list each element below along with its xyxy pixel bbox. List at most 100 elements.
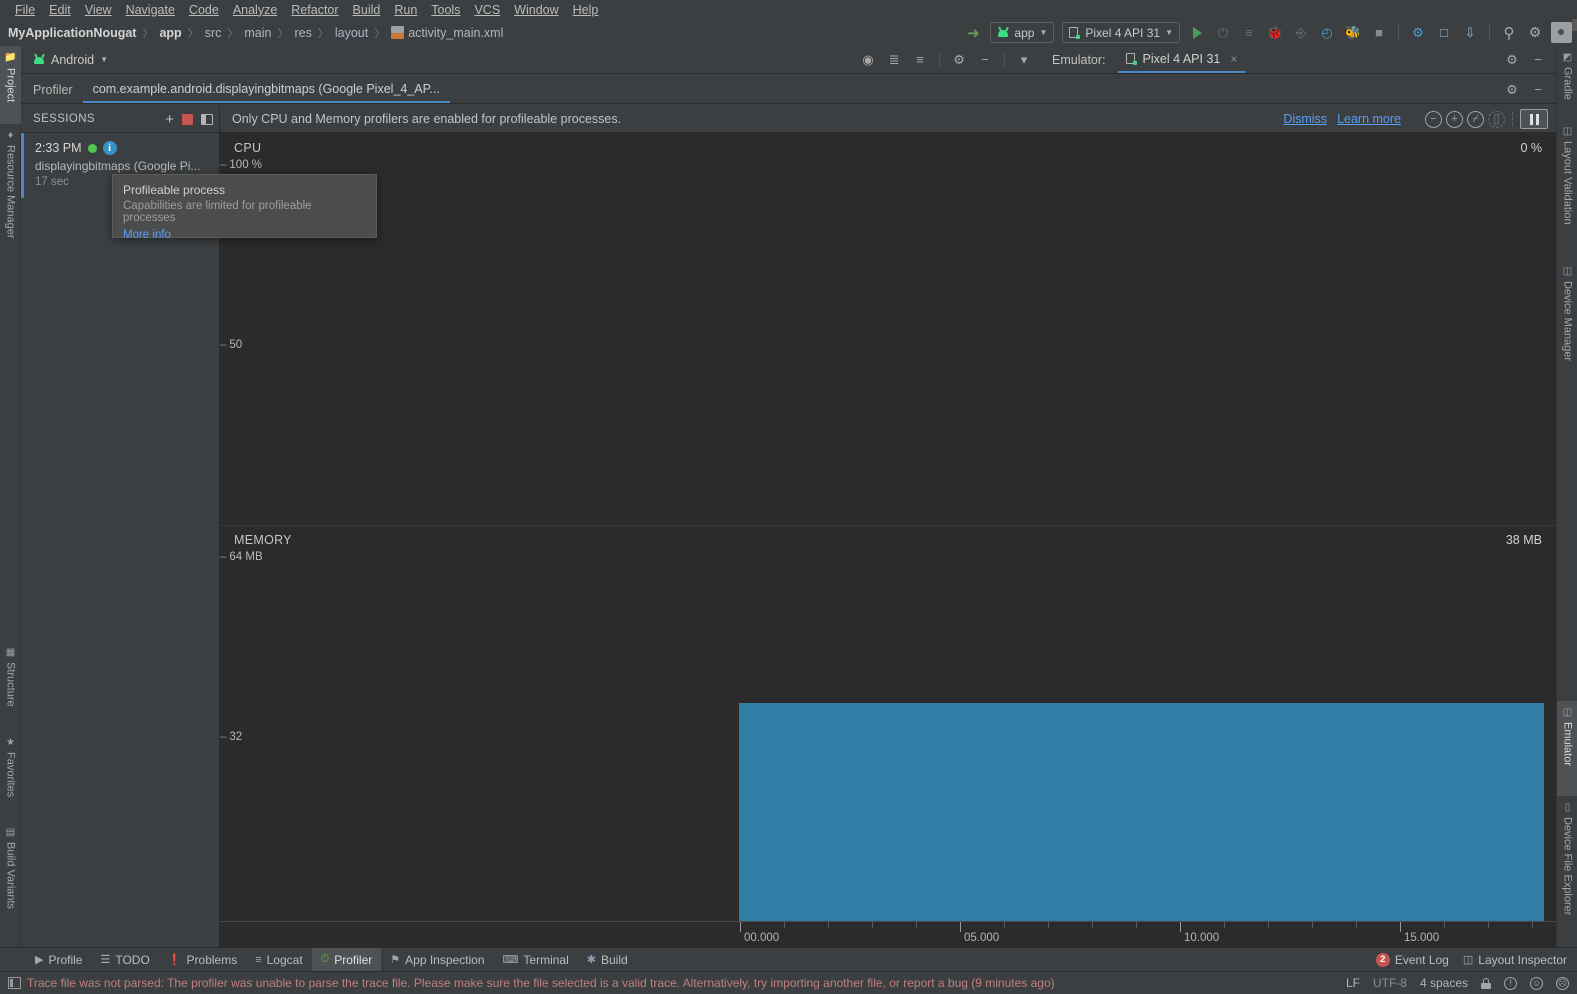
breadcrumb-item-main[interactable]: main: [244, 26, 271, 40]
sad-face-icon[interactable]: ☹: [1556, 976, 1569, 990]
avd-manager-icon[interactable]: □: [1432, 22, 1456, 44]
panel-toggle-icon[interactable]: [201, 113, 213, 125]
minimize-icon[interactable]: −: [973, 49, 997, 71]
run-with-coverage-icon[interactable]: 🐝: [1341, 22, 1365, 44]
avatar[interactable]: [1549, 22, 1573, 44]
minimize-icon[interactable]: −: [1526, 49, 1550, 71]
dismiss-link[interactable]: Dismiss: [1283, 112, 1327, 126]
menu-item-window[interactable]: Window: [507, 2, 565, 18]
menu-item-tools[interactable]: Tools: [424, 2, 467, 18]
menu-item-file[interactable]: File: [8, 2, 42, 18]
sidebar-item-device-file-explorer[interactable]: ▯ Device File Explorer: [1557, 796, 1577, 946]
minimize-icon[interactable]: −: [1526, 79, 1550, 101]
close-icon[interactable]: ×: [1230, 52, 1237, 66]
zoom-out-icon[interactable]: −: [1425, 110, 1442, 128]
menu-item-navigate-label: Navigate: [125, 2, 175, 17]
menu-item-vcs[interactable]: VCS: [467, 2, 507, 18]
sdk-manager-icon[interactable]: ⚙: [1406, 22, 1430, 44]
gear-icon[interactable]: ⚙: [1500, 79, 1524, 101]
breadcrumb-file[interactable]: activity_main.xml: [408, 26, 503, 40]
tab-todo[interactable]: ☰ TODO: [91, 948, 158, 972]
tab-build[interactable]: ✱ Build: [578, 948, 637, 972]
device-selector[interactable]: Pixel 4 API 31 ▼: [1062, 22, 1180, 43]
more-info-link[interactable]: More info: [123, 229, 366, 241]
target-icon[interactable]: ◉: [856, 49, 880, 71]
tab-profiler[interactable]: ⏱ Profiler: [311, 947, 382, 972]
debug-button[interactable]: 🐞: [1263, 22, 1287, 44]
breadcrumb-item-app[interactable]: app: [159, 26, 181, 40]
sidebar-item-gradle[interactable]: ◩ Gradle: [1557, 46, 1577, 120]
add-session-button[interactable]: +: [165, 112, 174, 127]
sidebar-item-favorites[interactable]: ★ Favorites: [0, 731, 21, 821]
apply-code-changes-icon[interactable]: ≡: [1237, 22, 1261, 44]
pause-button[interactable]: [1520, 109, 1548, 129]
info-icon[interactable]: i: [102, 141, 117, 155]
gear-icon[interactable]: ⚙: [1500, 49, 1524, 71]
scrollbar-thumb[interactable]: [1572, 19, 1577, 31]
sidebar-item-emulator[interactable]: ◫ Emulator: [1557, 701, 1577, 796]
tab-app-inspection[interactable]: ⚑ App Inspection: [381, 948, 493, 972]
breadcrumb-item-res[interactable]: res: [294, 26, 311, 40]
profile-button[interactable]: ◴: [1315, 22, 1339, 44]
tab-logcat[interactable]: ≡ Logcat: [246, 948, 311, 972]
sidebar-item-layout-validation[interactable]: ◫ Layout Validation: [1557, 120, 1577, 260]
gear-icon[interactable]: ⚙: [1523, 22, 1547, 44]
timeline-axis[interactable]: 00.000 05.000 10.000 15.000: [220, 921, 1556, 949]
stop-button[interactable]: ■: [1367, 22, 1391, 44]
tab-layout-inspector[interactable]: ◫ Layout Inspector: [1463, 948, 1567, 972]
menu-item-code[interactable]: Code: [182, 2, 226, 18]
breadcrumb-project[interactable]: MyApplicationNougat: [8, 26, 136, 40]
menu-item-run[interactable]: Run: [387, 2, 424, 18]
menu-item-edit[interactable]: Edit: [42, 2, 78, 18]
tab-emulator-pixel4[interactable]: Pixel 4 API 31 ×: [1117, 46, 1246, 73]
tool-window-title[interactable]: Android ▼: [33, 53, 108, 67]
menu-item-help[interactable]: Help: [566, 2, 606, 18]
stop-session-icon[interactable]: [182, 113, 193, 125]
notifications-icon[interactable]: !: [1504, 976, 1517, 990]
event-log-badge: 2: [1375, 952, 1390, 967]
breadcrumb-item-layout[interactable]: layout: [335, 26, 368, 40]
breadcrumb-item-src[interactable]: src: [205, 26, 222, 40]
expand-all-icon[interactable]: ≣: [882, 49, 906, 71]
module-selector[interactable]: app ▼: [990, 22, 1055, 43]
zoom-in-icon[interactable]: +: [1446, 110, 1463, 128]
tab-terminal[interactable]: ⌨ Terminal: [494, 948, 578, 972]
apply-changes-icon[interactable]: ⏻: [1211, 22, 1235, 44]
sidebar-item-device-manager[interactable]: ◫ Device Manager: [1557, 260, 1577, 400]
status-message[interactable]: Trace file was not parsed: The profiler …: [27, 976, 1055, 990]
sidebar-item-resource-manager[interactable]: ♦ Resource Manager: [0, 124, 21, 264]
sidebar-item-structure[interactable]: ▦ Structure: [0, 641, 21, 731]
attach-debugger-icon[interactable]: ⎆: [1289, 22, 1313, 44]
chevron-down-icon[interactable]: ▾: [1012, 49, 1036, 71]
tab-event-log[interactable]: 2 Event Log: [1375, 948, 1449, 972]
timeline-label: 00.000: [744, 932, 780, 944]
menu-item-view[interactable]: View: [78, 2, 119, 18]
menu-item-navigate[interactable]: Navigate: [119, 2, 182, 18]
gear-icon[interactable]: ⚙: [947, 49, 971, 71]
line-separator-indicator[interactable]: LF: [1346, 976, 1360, 990]
sidebar-item-build-variants[interactable]: ▤ Build Variants: [0, 821, 21, 941]
cpu-axis-mid: –50: [220, 339, 242, 351]
profiler-monitor-area[interactable]: CPU 0 % –100 % –50 MEMORY 38 MB –64 MB –…: [220, 133, 1556, 949]
tab-problems[interactable]: ❗ Problems: [159, 948, 246, 972]
tab-profile[interactable]: ▶ Profile: [26, 948, 91, 972]
menu-item-analyze[interactable]: Analyze: [226, 2, 284, 18]
goto-live-icon[interactable]: []: [1488, 110, 1505, 128]
encoding-indicator[interactable]: UTF-8: [1373, 976, 1407, 990]
indent-indicator[interactable]: 4 spaces: [1420, 976, 1468, 990]
collapse-all-icon[interactable]: ≡: [908, 49, 932, 71]
happy-face-icon[interactable]: ☺: [1530, 976, 1543, 990]
timeline-minor-tick: [1004, 922, 1005, 928]
run-button[interactable]: [1185, 22, 1209, 44]
sync-gradle-icon[interactable]: ⇩: [1458, 22, 1482, 44]
lock-icon[interactable]: [1481, 977, 1491, 989]
back-arrow-icon[interactable]: ➜: [961, 22, 985, 44]
sidebar-item-project[interactable]: 📁 Project: [0, 46, 21, 124]
menu-item-build[interactable]: Build: [346, 2, 388, 18]
reset-zoom-icon[interactable]: ⌿: [1467, 110, 1484, 128]
tab-profiler-process[interactable]: com.example.android.displayingbitmaps (G…: [82, 76, 450, 103]
status-panel-icon[interactable]: [8, 977, 21, 989]
learn-more-link[interactable]: Learn more: [1337, 112, 1401, 126]
menu-item-refactor[interactable]: Refactor: [284, 2, 345, 18]
search-icon[interactable]: ⚲: [1497, 22, 1521, 44]
